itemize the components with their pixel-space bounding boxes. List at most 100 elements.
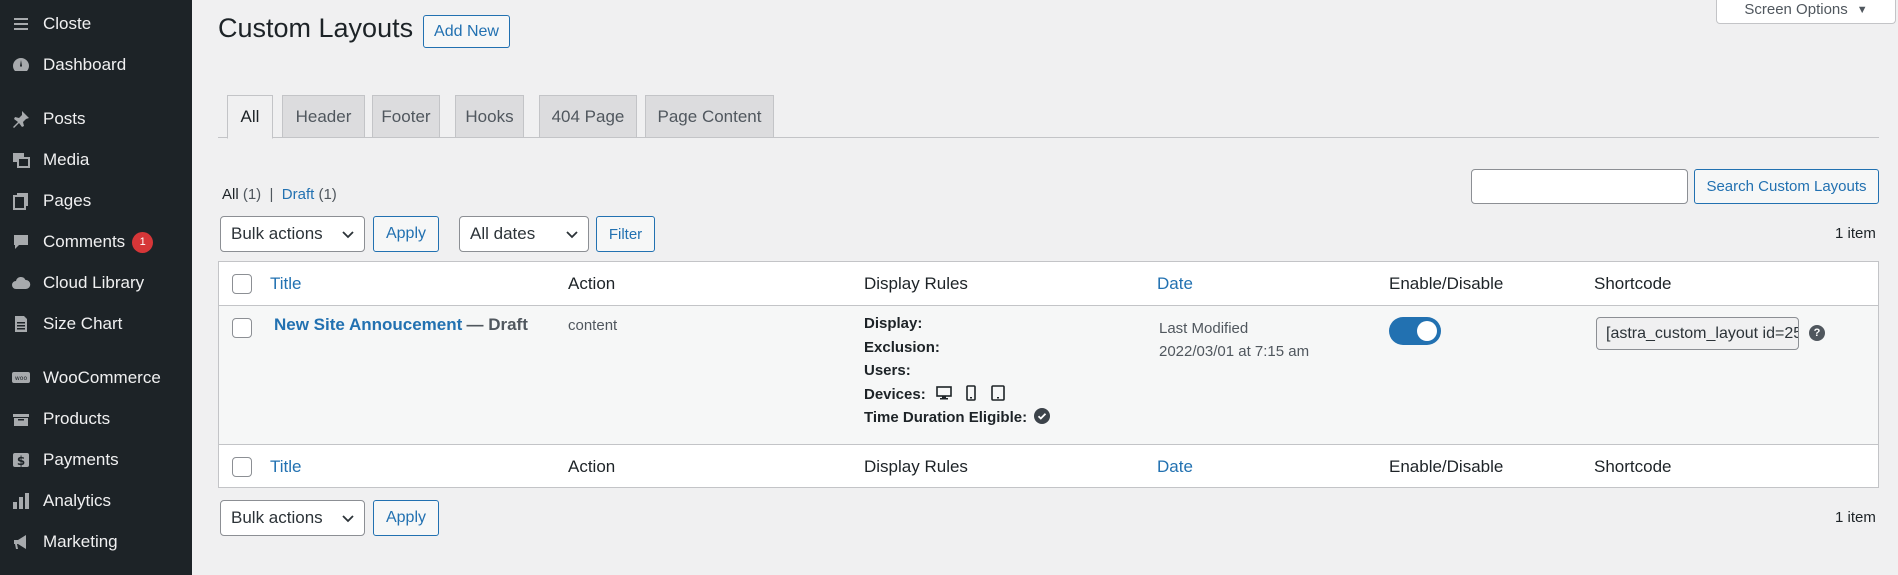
search-input[interactable] <box>1471 169 1688 204</box>
chevron-down-icon <box>342 231 354 239</box>
column-title-footer[interactable]: Title <box>270 457 302 477</box>
apply-button-bottom[interactable]: Apply <box>373 500 439 536</box>
column-display-rules-footer: Display Rules <box>864 457 968 476</box>
add-new-button[interactable]: Add New <box>423 15 510 48</box>
filter-button[interactable]: Filter <box>596 216 655 252</box>
tablet-icon <box>991 384 1006 401</box>
row-checkbox[interactable] <box>232 318 252 338</box>
rule-display-label: Display: <box>864 315 923 332</box>
date-cell: Last Modified 2022/03/01 at 7:15 am <box>1159 317 1309 363</box>
caret-down-icon: ▼ <box>1856 3 1868 16</box>
main-content: Custom Layouts Add New Screen Options ▼ … <box>192 0 1898 575</box>
bulk-actions-value: Bulk actions <box>231 224 323 243</box>
date-value: 2022/03/01 at 7:15 am <box>1159 343 1310 360</box>
sidebar-item-comments[interactable]: Comments 1 <box>0 224 192 260</box>
chevron-down-icon <box>566 231 578 239</box>
admin-sidebar: Closte Dashboard Posts Media Pages Comme… <box>0 0 192 575</box>
sidebar-item-label: Pages <box>43 191 92 210</box>
sidebar-item-analytics[interactable]: Analytics <box>0 483 192 519</box>
items-count-top: 1 item <box>1835 225 1876 242</box>
sidebar-item-payments[interactable]: $ Payments <box>0 442 192 478</box>
column-action: Action <box>568 274 616 293</box>
column-title[interactable]: Title <box>270 274 302 294</box>
rule-time-label: Time Duration Eligible: <box>864 409 1028 426</box>
items-count-bottom: 1 item <box>1835 509 1876 526</box>
sidebar-item-dashboard[interactable]: Dashboard <box>0 47 192 83</box>
tab-footer[interactable]: Footer <box>372 95 440 138</box>
marketing-icon <box>10 531 32 553</box>
row-title-link[interactable]: New Site Annoucement <box>274 315 462 334</box>
screen-options-button[interactable]: Screen Options ▼ <box>1716 0 1896 24</box>
select-all-checkbox-footer[interactable] <box>232 457 252 477</box>
sidebar-item-label: WooCommerce <box>43 368 161 387</box>
woo-icon: woo <box>10 367 32 389</box>
views-separator: | <box>269 186 274 203</box>
pages-icon <box>10 190 32 212</box>
rule-devices-label: Devices: <box>864 385 926 403</box>
help-icon[interactable]: ? <box>1809 325 1825 341</box>
tab-page-content[interactable]: Page Content <box>645 95 774 138</box>
sidebar-item-label: Analytics <box>43 491 112 510</box>
sidebar-item-size-chart[interactable]: Size Chart <box>0 306 192 342</box>
rule-users-label: Users: <box>864 362 911 379</box>
sidebar-item-label: Posts <box>43 109 86 128</box>
dates-value: All dates <box>470 224 536 243</box>
enable-toggle[interactable] <box>1389 317 1441 345</box>
sidebar-item-label: Closte <box>43 14 92 33</box>
toggle-knob <box>1417 321 1437 341</box>
size-chart-icon <box>10 313 32 335</box>
sidebar-item-woocommerce[interactable]: woo WooCommerce <box>0 360 192 396</box>
media-icon <box>10 149 32 171</box>
shortcode-field[interactable]: [astra_custom_layout id=2547] <box>1596 317 1799 350</box>
sidebar-item-pages[interactable]: Pages <box>0 183 192 219</box>
column-shortcode-footer: Shortcode <box>1594 457 1672 476</box>
pin-icon <box>10 108 32 130</box>
tab-404-page[interactable]: 404 Page <box>539 95 637 138</box>
sidebar-item-label: Payments <box>43 450 119 469</box>
dates-select[interactable]: All dates <box>459 216 589 252</box>
dashboard-icon <box>10 54 32 76</box>
sidebar-item-cloud-library[interactable]: Cloud Library <box>0 265 192 301</box>
select-all-checkbox[interactable] <box>232 274 252 294</box>
bulk-actions-select-bottom[interactable]: Bulk actions <box>220 500 365 536</box>
sidebar-item-products[interactable]: Products <box>0 401 192 437</box>
sidebar-item-media[interactable]: Media <box>0 142 192 178</box>
column-date-footer[interactable]: Date <box>1157 457 1193 477</box>
sidebar-item-label: Comments <box>43 232 126 251</box>
row-post-state: — Draft <box>466 315 528 334</box>
column-date[interactable]: Date <box>1157 274 1193 294</box>
view-all-link[interactable]: All <box>222 186 239 203</box>
rule-exclusion-label: Exclusion: <box>864 338 940 356</box>
rule-devices-row: Devices: <box>864 383 1050 407</box>
apply-button[interactable]: Apply <box>373 216 439 252</box>
chevron-down-icon <box>342 515 354 523</box>
bulk-actions-select[interactable]: Bulk actions <box>220 216 365 252</box>
tab-header[interactable]: Header <box>282 95 365 138</box>
sidebar-item-label: Cloud Library <box>43 273 145 292</box>
sidebar-item-marketing[interactable]: Marketing <box>0 524 192 560</box>
sidebar-item-label: Products <box>43 409 111 428</box>
products-icon <box>10 408 32 430</box>
tab-hooks[interactable]: Hooks <box>455 95 524 138</box>
page-title: Custom Layouts <box>218 13 414 43</box>
sidebar-item-label: Size Chart <box>43 314 123 333</box>
check-circle-icon <box>1034 408 1051 424</box>
bulk-actions-value-bottom: Bulk actions <box>231 508 323 527</box>
table-footer: Title Action Display Rules Date Enable/D… <box>219 444 1878 488</box>
payments-icon: $ <box>10 449 32 471</box>
analytics-icon <box>10 490 32 512</box>
sidebar-item-label: Marketing <box>43 532 118 551</box>
column-action-footer: Action <box>568 457 616 476</box>
row-action: content <box>568 317 618 334</box>
sidebar-item-posts[interactable]: Posts <box>0 101 192 137</box>
comments-count-badge: 1 <box>132 231 154 253</box>
sidebar-item-closte[interactable]: Closte <box>0 6 192 42</box>
column-display-rules: Display Rules <box>864 274 968 293</box>
tab-all[interactable]: All <box>227 95 273 139</box>
search-custom-layouts-button[interactable]: Search Custom Layouts <box>1694 169 1879 204</box>
svg-text:$: $ <box>17 454 25 468</box>
view-draft-link[interactable]: Draft <box>282 186 315 203</box>
comments-icon <box>10 231 32 253</box>
status-views: All (1) | Draft (1) <box>222 186 337 203</box>
view-all-count: (1) <box>242 186 262 203</box>
